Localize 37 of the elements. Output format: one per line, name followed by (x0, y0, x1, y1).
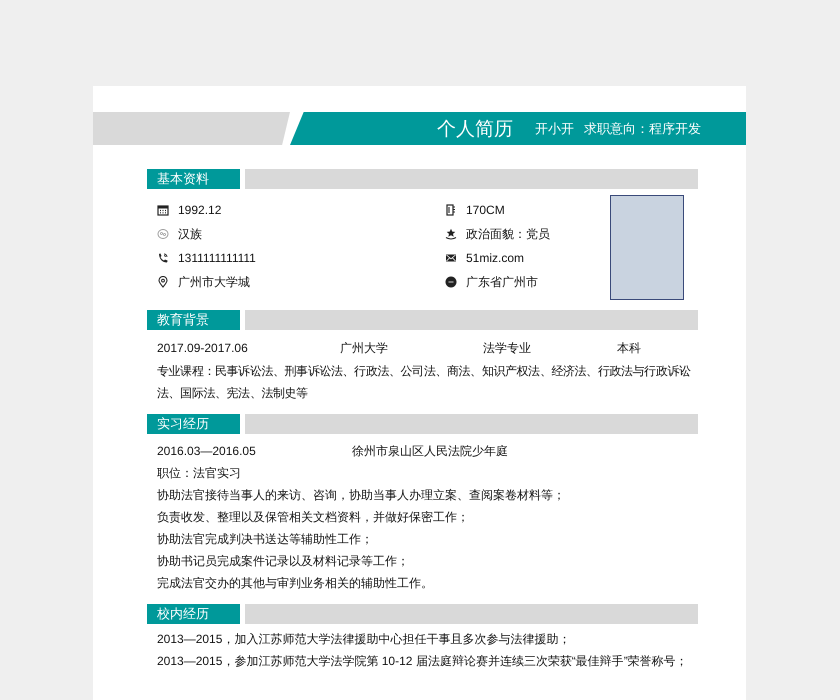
job-intention: 求职意向：程序开发 (584, 120, 701, 138)
experience-text: 2013—2015，加入江苏师范大学法律援助中心担任干事且多次参与法律援助； (157, 630, 570, 648)
duty-text: 职位：法官实习 (157, 464, 241, 482)
duty-text: 完成法官交办的其他与审判业务相关的辅助性工作。 (157, 574, 433, 592)
duty-text: 协助书记员完成案件记录以及材料记录等工作； (157, 552, 409, 570)
location-pin-icon (157, 276, 169, 288)
info-text: 1992.12 (178, 203, 222, 217)
height-ruler-icon (445, 204, 457, 216)
info-text: 广州市大学城 (178, 274, 250, 290)
duty-text: 负责收发、整理以及保管相关文档资料，并做好保密工作； (157, 508, 469, 526)
duty-text: 协助法官完成判决书送达等辅助性工作； (157, 530, 373, 548)
section-heading: 教育背景 (147, 310, 240, 330)
section-heading: 基本资料 (147, 169, 240, 189)
info-text: 51miz.com (466, 251, 524, 265)
courses-text: 专业课程：民事诉讼法、刑事诉讼法、行政法、公司法、商法、知识产权法、经济法、行政法与行政诉讼法、国际法、宪法、法制史等 (157, 363, 692, 402)
info-text: 广东省广州市 (466, 274, 538, 290)
period-text: 2017.09-2017.06 (157, 341, 249, 355)
info-text: 汉族 (178, 226, 202, 242)
info-text: 1311111111111 (178, 251, 256, 265)
section-heading: 实习经历 (147, 414, 240, 434)
info-text: 170CM (466, 203, 505, 217)
applicant-name: 开小开 (535, 120, 574, 138)
envelope-icon (445, 252, 457, 264)
school-text: 广州大学 (340, 340, 389, 356)
info-text: 政治面貌：党员 (466, 226, 550, 242)
employer-text: 徐州市泉山区人民法院少年庭 (352, 442, 508, 460)
star-icon (445, 228, 457, 240)
resume-title: 个人简历 (437, 118, 513, 142)
section-heading: 校内经历 (147, 604, 240, 624)
calendar-icon (157, 204, 169, 216)
period-text: 2016.03—2016.05 (157, 444, 257, 458)
circle-badge-icon (445, 276, 457, 288)
phone-icon (157, 252, 169, 264)
major-text: 法学专业 (483, 340, 532, 356)
degree-text: 本科 (617, 340, 641, 356)
experience-text: 2013—2015，参加江苏师范大学法学院第 10-12 届法庭辩论赛并连续三次荣获“最佳辩手”荣誉称号； (157, 652, 688, 670)
duty-text: 协助法官接待当事人的来访、咨询，协助当事人办理立案、查阅案卷材料等； (157, 486, 565, 504)
